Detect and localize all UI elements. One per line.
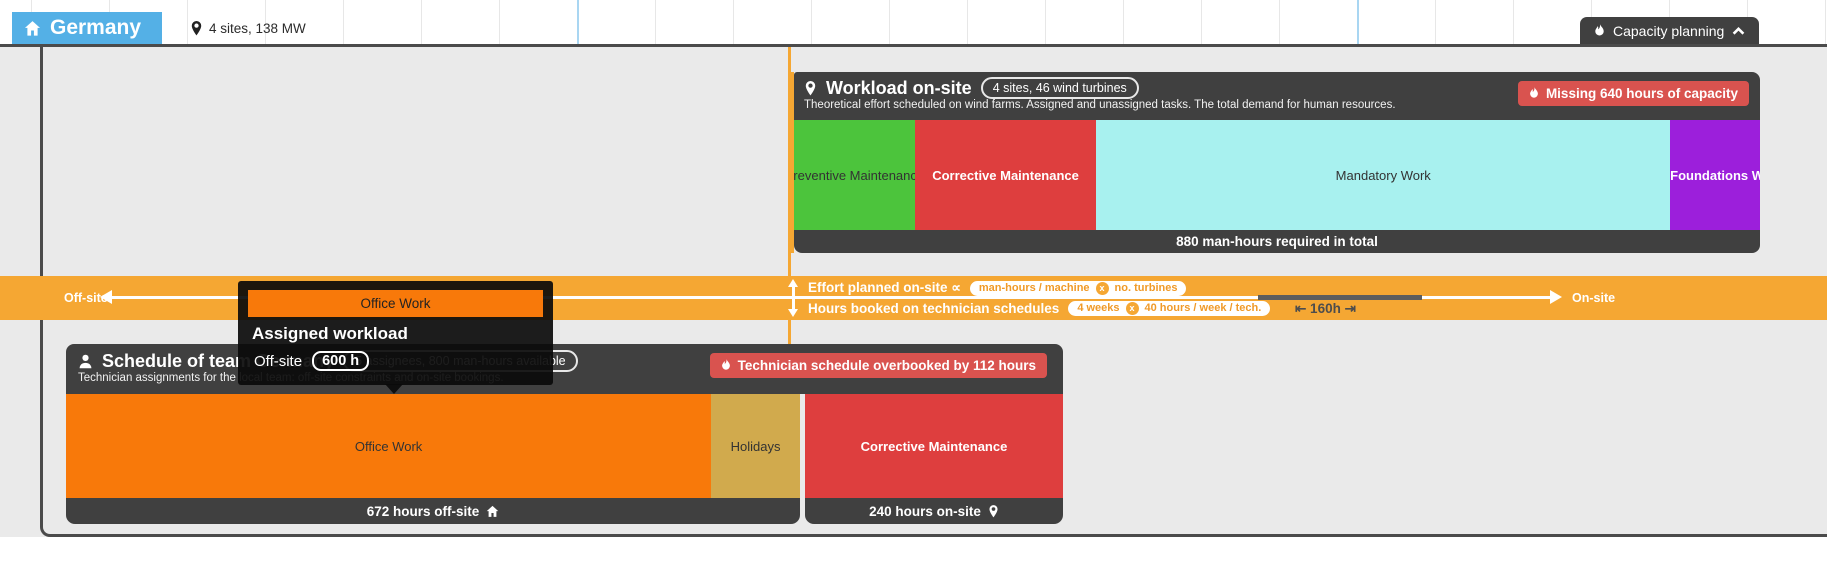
- formula-right: 40 hours / week / tech.: [1145, 302, 1262, 314]
- on-site-hours-footer: 240 hours on-site: [805, 498, 1063, 524]
- capacity-planning-label: Capacity planning: [1613, 23, 1724, 39]
- overbooked-label: Technician schedule overbooked by 112 ho…: [738, 358, 1036, 373]
- region-tab-germany[interactable]: Germany: [12, 12, 162, 44]
- timeline-gridline-blue: [577, 0, 579, 44]
- bar-segment-office-work[interactable]: Office Work: [66, 394, 711, 498]
- bar-segment-corrective-maintenance[interactable]: Corrective Maintenance: [915, 120, 1097, 230]
- formula-left: 4 weeks: [1077, 302, 1119, 314]
- bar-segment-label: Office Work: [355, 439, 422, 454]
- workload-panel-header: Workload on-site 4 sites, 46 wind turbin…: [794, 72, 1760, 120]
- on-site-arrow-icon: [1550, 290, 1562, 304]
- schedule-panel: Schedule of team Germany 5 assignees, 80…: [66, 344, 1063, 524]
- sites-summary-label: 4 sites, 138 MW: [209, 21, 306, 36]
- tooltip-segment-bar: Office Work: [248, 290, 543, 317]
- formula-right: no. turbines: [1115, 282, 1178, 294]
- location-pin-icon: [190, 21, 203, 36]
- axis-updown-arrow: [792, 285, 795, 311]
- timeline-gridline-blue: [1357, 0, 1359, 44]
- workload-sites-badge: 4 sites, 46 wind turbines: [981, 77, 1139, 99]
- house-icon: [486, 505, 499, 518]
- bar-segment-label: Holidays: [731, 439, 781, 454]
- bar-segment-label: Corrective Maintenance: [932, 168, 1079, 183]
- multiply-icon: x: [1096, 282, 1109, 295]
- hours-booked-label: Hours booked on technician schedules: [808, 301, 1059, 316]
- home-icon: [24, 20, 41, 37]
- on-site-hours-label: 240 hours on-site: [869, 504, 981, 519]
- effort-formula-pill[interactable]: man-hours / machine x no. turbines: [970, 281, 1187, 296]
- tooltip-hours-value: 600 h: [312, 351, 369, 371]
- effort-planned-row: Effort planned on-site ∝ man-hours / mac…: [808, 278, 1270, 298]
- workload-stacked-bar: Preventive Maintenance Corrective Mainten…: [794, 120, 1760, 230]
- effort-planned-label: Effort planned on-site ∝: [808, 280, 961, 296]
- arrow-up-icon: [788, 279, 798, 287]
- bar-segment-mandatory-work[interactable]: Mandatory Work: [1096, 120, 1670, 230]
- flame-icon: [721, 359, 731, 372]
- bar-segment-label: Foundations Work: [1670, 168, 1760, 183]
- formula-left: man-hours / machine: [979, 282, 1090, 294]
- hours-booked-row: Hours booked on technician schedules 4 w…: [808, 298, 1270, 318]
- tooltip-caret-icon: [385, 384, 403, 394]
- schedule-panel-header: Schedule of team Germany 5 assignees, 80…: [66, 344, 1063, 394]
- booked-formula-pill[interactable]: 4 weeks x 40 hours / week / tech.: [1068, 301, 1270, 316]
- axis-line: [1422, 296, 1552, 299]
- bar-segment-holidays[interactable]: Holidays: [711, 394, 800, 498]
- on-site-schedule-bar: Corrective Maintenance: [805, 394, 1063, 498]
- multiply-icon: x: [1126, 302, 1139, 315]
- chevron-up-icon: [1732, 26, 1745, 36]
- bar-segment-preventive-maintenance[interactable]: Preventive Maintenance: [794, 120, 915, 230]
- bar-segment-label: Mandatory Work: [1336, 168, 1431, 183]
- workload-on-site-panel: Workload on-site 4 sites, 46 wind turbin…: [790, 72, 1760, 253]
- on-site-axis-label: On-site: [1572, 291, 1615, 305]
- tooltip-title: Assigned workload: [252, 324, 553, 344]
- missing-capacity-alert[interactable]: Missing 640 hours of capacity: [1518, 81, 1749, 106]
- region-sites-summary: 4 sites, 138 MW: [190, 12, 306, 44]
- person-icon: [78, 354, 93, 369]
- region-tab-label: Germany: [50, 16, 141, 40]
- off-site-hours-footer: 672 hours off-site: [66, 498, 800, 524]
- flame-icon: [1594, 24, 1605, 38]
- workload-panel-title: Workload on-site: [826, 78, 972, 99]
- segment-tooltip: Office Work Assigned workload Off-site 6…: [238, 281, 553, 385]
- off-site-schedule-bar: Office Work Holidays: [66, 394, 800, 498]
- timeline-header-bar: Germany 4 sites, 138 MW Capacity plannin…: [0, 0, 1827, 44]
- off-site-hours-label: 672 hours off-site: [367, 504, 480, 519]
- tooltip-hours-row: Off-site 600 h: [254, 351, 553, 371]
- flame-icon: [1529, 87, 1539, 100]
- workload-total-footer: 880 man-hours required in total: [794, 230, 1760, 253]
- overbooked-alert[interactable]: Technician schedule overbooked by 112 ho…: [710, 353, 1047, 378]
- capacity-planning-button[interactable]: Capacity planning: [1580, 17, 1759, 44]
- bar-segment-label: Corrective Maintenance: [861, 439, 1008, 454]
- axis-capacity-segment: [1258, 295, 1422, 300]
- missing-capacity-label: Missing 640 hours of capacity: [1546, 86, 1738, 101]
- axis-scale-label: ⇤ 160h ⇥: [1295, 301, 1356, 317]
- bar-segment-corrective-maintenance[interactable]: Corrective Maintenance: [805, 394, 1063, 498]
- location-pin-icon: [988, 505, 999, 518]
- bar-segment-label: Preventive Maintenance: [794, 168, 915, 183]
- location-pin-icon: [804, 81, 817, 96]
- workload-total-label: 880 man-hours required in total: [1176, 234, 1378, 249]
- tooltip-location-label: Off-site: [254, 353, 302, 370]
- arrow-down-icon: [788, 309, 798, 317]
- bar-segment-foundations-work[interactable]: Foundations Work: [1670, 120, 1760, 230]
